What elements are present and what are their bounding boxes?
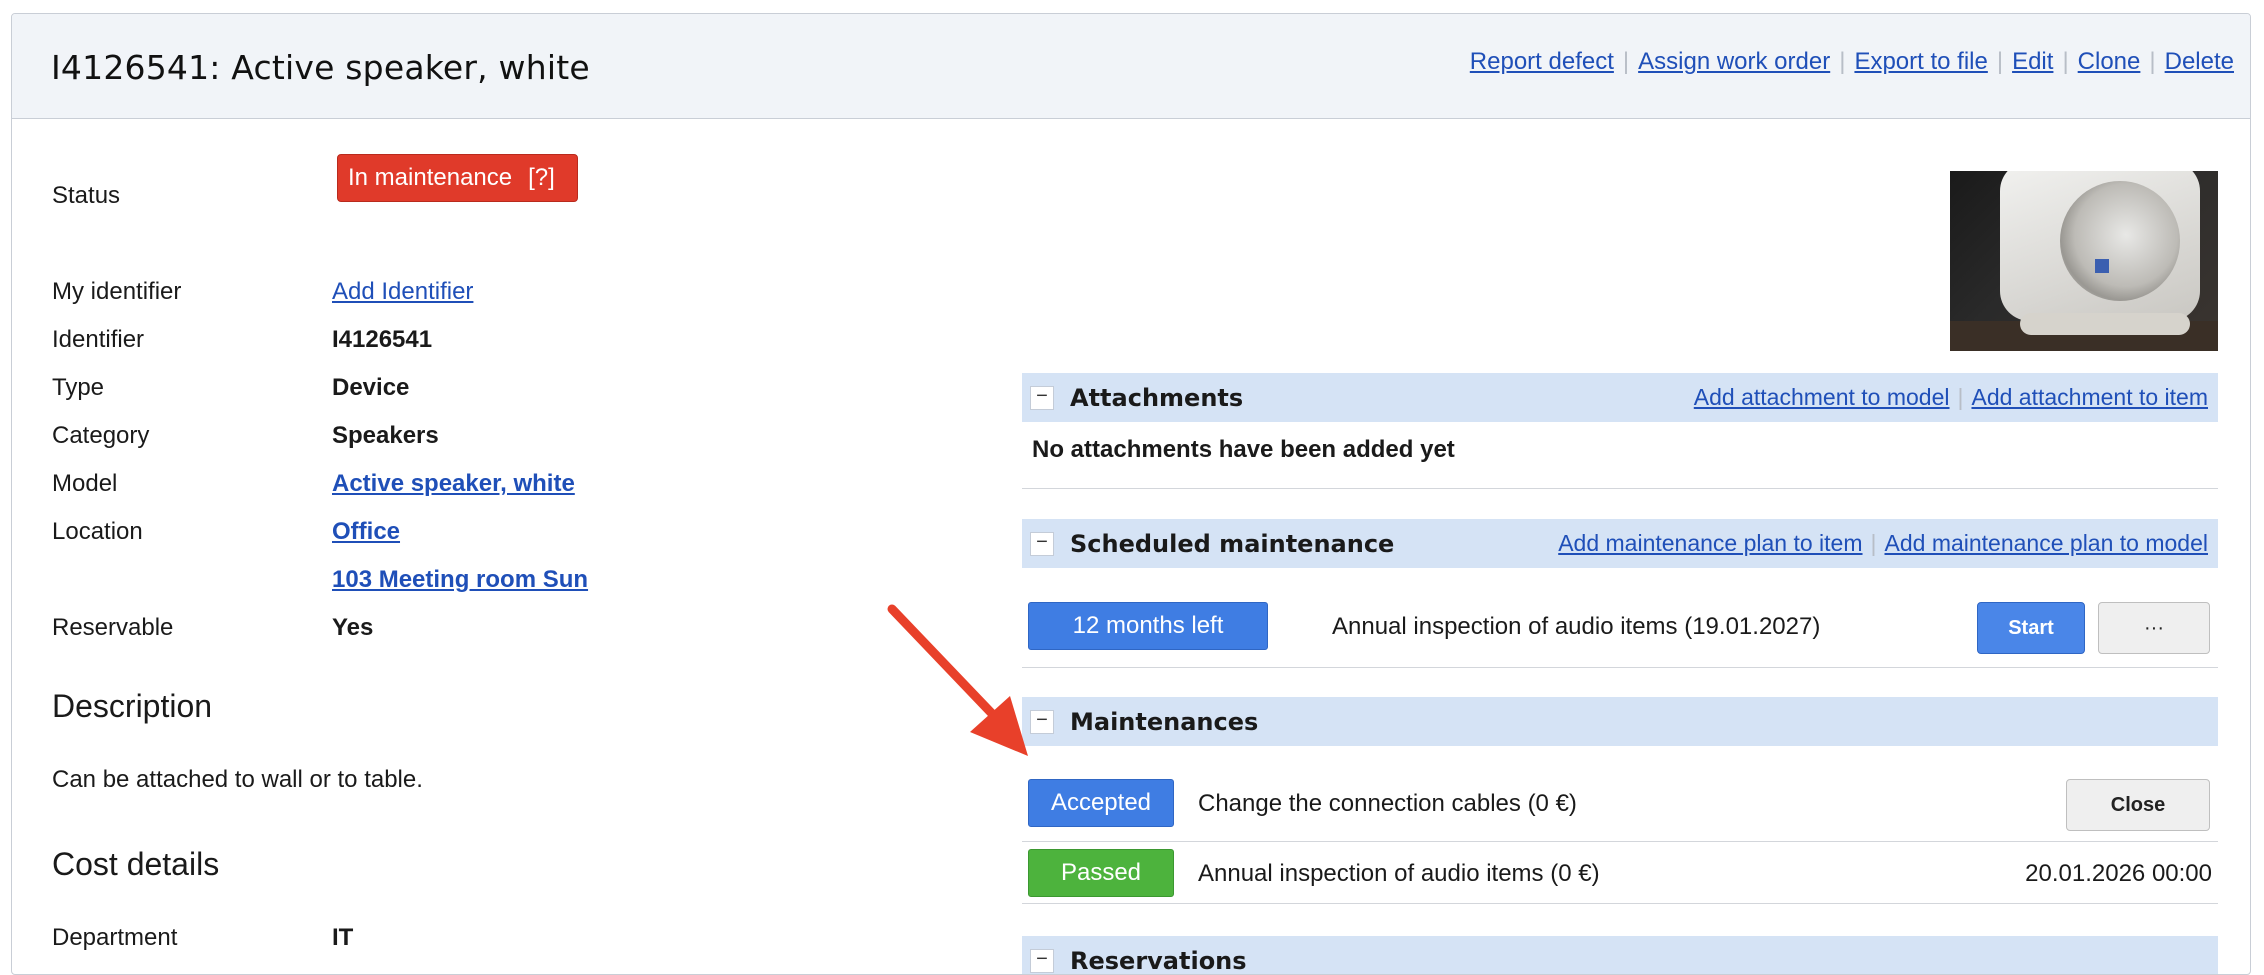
model-link[interactable]: Active speaker, white (332, 470, 575, 497)
accepted-badge: Accepted (1028, 779, 1174, 827)
add-attachment-to-item-link[interactable]: Add attachment to item (1971, 384, 2208, 410)
attachments-title: Attachments (1070, 384, 1244, 412)
export-to-file-link[interactable]: Export to file (1854, 48, 1987, 75)
identifier-value: I4126541 (332, 326, 433, 353)
reservable-label: Reservable (52, 614, 174, 641)
qr-icon (2095, 259, 2109, 273)
item-image[interactable] (1950, 171, 2218, 351)
attachments-empty-text: No attachments have been added yet (1032, 436, 1455, 463)
red-arrow-icon (887, 604, 1028, 756)
page-title: I4126541: Active speaker, white (51, 48, 590, 87)
minus-icon[interactable]: − (1030, 949, 1054, 973)
page-header: I4126541: Active speaker, white Report d… (12, 14, 2250, 119)
cost-details-heading: Cost details (52, 846, 220, 882)
identifier-label: Identifier (52, 326, 145, 353)
add-plan-to-model-link[interactable]: Add maintenance plan to model (1885, 530, 2209, 556)
my-identifier-label: My identifier (52, 278, 182, 305)
status-label: Status (52, 182, 121, 209)
maintenance-text: Annual inspection of audio items (0 €) (1198, 860, 1600, 887)
separator: | (1957, 384, 1964, 410)
separator: | (1839, 48, 1846, 75)
reservable-value: Yes (332, 614, 374, 641)
separator: | (1870, 530, 1877, 556)
maintenances-title: Maintenances (1070, 708, 1259, 736)
passed-badge: Passed (1028, 849, 1174, 897)
room-link[interactable]: 103 Meeting room Sun (332, 566, 588, 593)
divider (1022, 488, 2218, 489)
model-label: Model (52, 470, 118, 497)
location-link[interactable]: Office (332, 518, 400, 545)
delete-link[interactable]: Delete (2165, 48, 2234, 75)
separator: | (2062, 48, 2069, 75)
item-panel: I4126541: Active speaker, white Report d… (11, 13, 2251, 975)
start-button[interactable]: Start (1977, 602, 2085, 654)
maintenance-text: Change the connection cables (0 €) (1198, 790, 1577, 817)
location-label: Location (52, 518, 143, 545)
category-label: Category (52, 422, 150, 449)
divider (1022, 667, 2218, 668)
separator: | (1996, 48, 2004, 75)
category-value: Speakers (332, 422, 439, 449)
add-plan-to-item-link[interactable]: Add maintenance plan to item (1558, 530, 1862, 556)
reservations-title: Reservations (1070, 947, 1247, 975)
header-actions: Report defect | Assign work order | Export t… (1470, 48, 2234, 76)
minus-icon[interactable]: − (1030, 532, 1054, 556)
close-button[interactable]: Close (2066, 779, 2210, 831)
status-help[interactable]: [?] (528, 164, 555, 191)
assign-work-order-link[interactable]: Assign work order (1638, 48, 1830, 75)
scheduled-maintenance-title: Scheduled maintenance (1070, 530, 1395, 558)
divider (1022, 903, 2218, 904)
details-column: Status In maintenance [?] My identifier A… (12, 118, 1002, 974)
scheduled-maintenance-section-header: − Scheduled maintenance Add maintenance … (1022, 519, 2218, 568)
divider (1022, 841, 2218, 842)
report-defect-link[interactable]: Report defect (1470, 48, 1614, 75)
add-identifier-link[interactable]: Add Identifier (332, 278, 473, 305)
type-value: Device (332, 374, 410, 401)
months-left-badge: 12 months left (1028, 602, 1268, 650)
status-badge[interactable]: In maintenance [?] (337, 154, 578, 202)
separator: | (1622, 48, 1630, 75)
minus-icon[interactable]: − (1030, 386, 1054, 410)
description-heading: Description (52, 688, 213, 724)
department-label: Department (52, 924, 178, 951)
maintenances-section-header: − Maintenances (1022, 697, 2218, 746)
type-label: Type (52, 374, 105, 401)
separator: | (2149, 48, 2156, 75)
status-value: In maintenance (348, 164, 513, 191)
image-speaker-cone (2060, 181, 2180, 301)
clone-link[interactable]: Clone (2078, 48, 2141, 75)
attachments-links: Add attachment to model | Add attachment t… (1694, 384, 2208, 411)
scheduled-maintenance-links: Add maintenance plan to item | Add mainten… (1558, 530, 2208, 557)
scheduled-maintenance-text: Annual inspection of audio items (19.01.… (1332, 613, 1821, 640)
add-attachment-to-model-link[interactable]: Add attachment to model (1694, 384, 1950, 410)
reservations-section-header: − Reservations (1022, 936, 2218, 975)
image-speaker-base (2020, 313, 2190, 335)
edit-link[interactable]: Edit (2012, 48, 2053, 75)
description-text: Can be attached to wall or to table. (52, 766, 423, 793)
attachments-section-header: − Attachments Add attachment to model | Ad… (1022, 373, 2218, 422)
maintenance-date: 20.01.2026 00:00 (2025, 860, 2212, 887)
more-options-button[interactable]: ··· (2098, 602, 2210, 654)
department-value: IT (332, 924, 354, 951)
side-column: − Attachments Add attachment to model | Ad… (1022, 118, 2222, 975)
